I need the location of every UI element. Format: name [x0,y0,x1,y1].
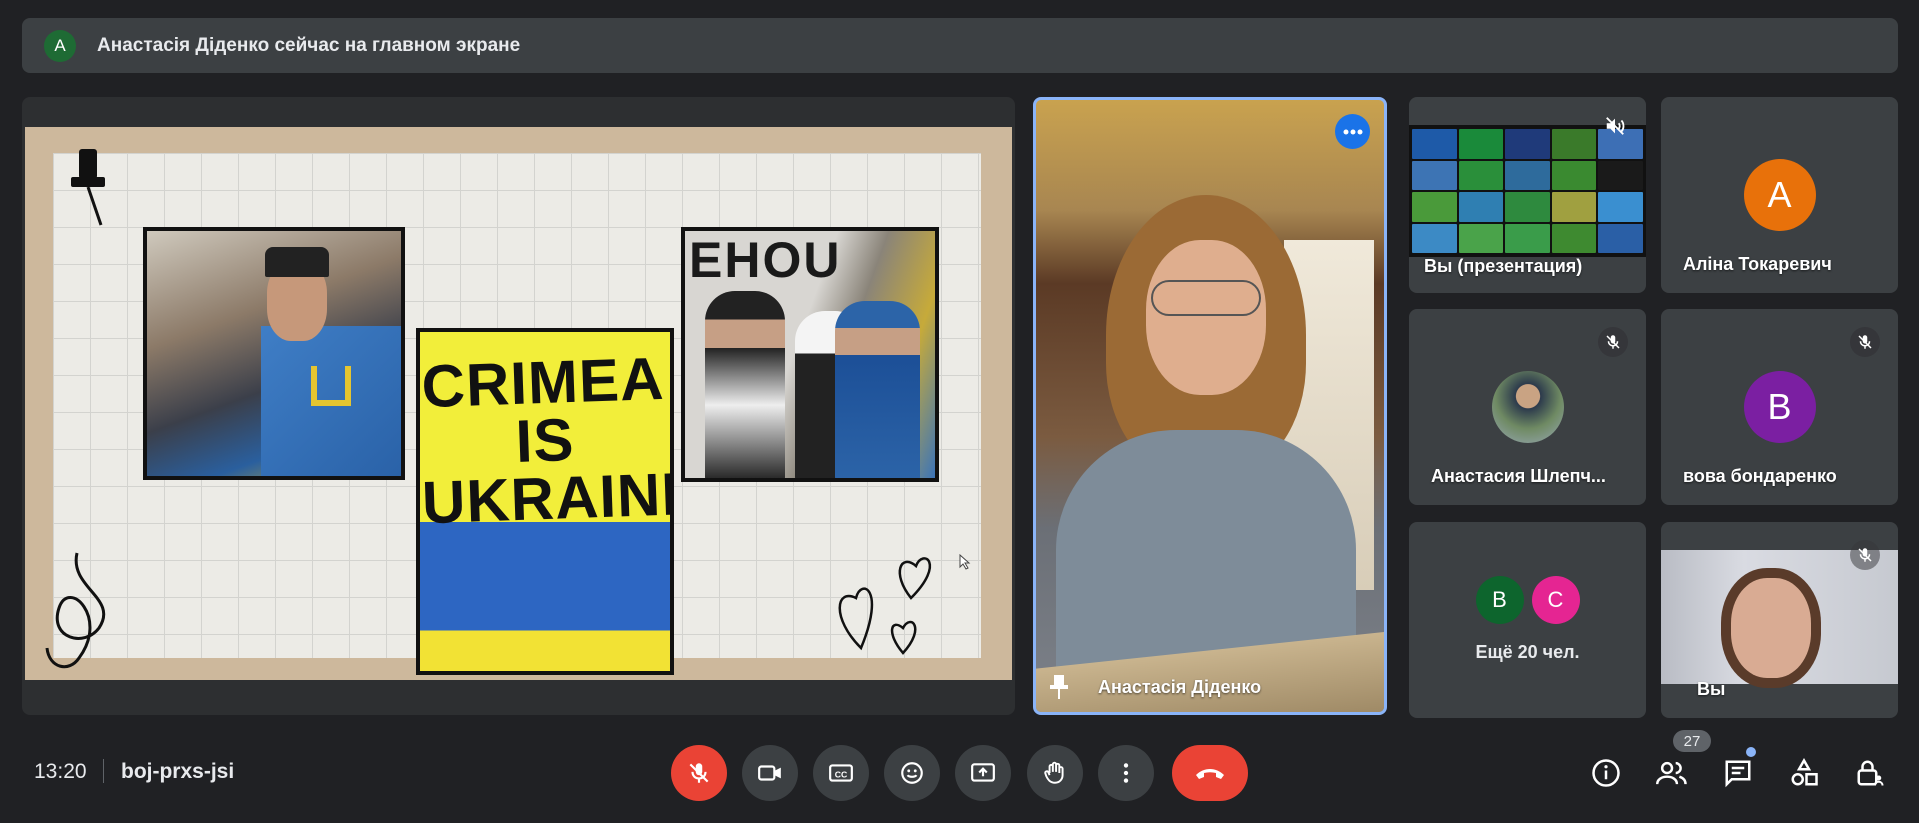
participants-button[interactable] [1654,755,1690,791]
reactions-button[interactable] [884,745,940,801]
chat-button[interactable] [1720,755,1756,791]
leave-call-button[interactable] [1172,745,1248,801]
tile-more-participants[interactable]: В С Ещё 20 чел. [1409,522,1646,718]
more-avatars: В С [1472,576,1584,624]
pushpin-icon [71,149,105,226]
speaker-tile[interactable]: Анастасія Діденко [1033,97,1387,715]
camera-toggle-button[interactable] [742,745,798,801]
hang-up-icon [1196,769,1224,779]
hand-icon [1044,761,1064,784]
avatar: В [1743,371,1816,443]
mic-off-indicator [1598,327,1628,357]
tile-name: Вы (презентация) [1424,256,1583,276]
tile-name: вова бондаренко [1683,466,1837,486]
meeting-info-button[interactable] [1588,755,1624,791]
swirl-doodle-icon [45,552,106,669]
photo-protest [143,227,405,480]
sign-text: CRIMEA IS UKRAINE [420,344,674,537]
photo-children: EHOU [681,227,939,482]
present-screen-button[interactable] [955,745,1011,801]
tile-anastasia-sh[interactable]: Анастасия Шлепч... [1409,309,1646,505]
presenting-banner-text: Анастасія Діденко сейчас на главном экра… [97,34,521,56]
more-horizontal-icon [1343,129,1362,134]
meet-window: А Анастасія Діденко сейчас на главном эк… [0,0,1919,823]
tile-alina[interactable]: А Аліна Токаревич [1661,97,1898,293]
lock-person-icon [1857,760,1884,786]
captions-icon: CC [829,764,853,782]
people-icon [1656,761,1687,785]
mic-off-indicator [1850,327,1880,357]
mic-off-icon [1858,548,1872,562]
avatar: С [1531,576,1580,624]
presenting-banner: А Анастасія Діденко сейчас на главном эк… [22,18,1898,73]
mouse-cursor-icon [959,554,971,570]
more-participants-label: Ещё 20 чел. [1475,642,1580,662]
mic-off-icon [689,763,709,783]
hearts-doodle-icon [838,557,932,655]
meeting-code: boj-prxs-jsi [121,760,235,783]
participants-count-badge: 27 [1673,730,1711,752]
slide-background: CRIMEA IS UKRAINE EHOU [25,127,1012,680]
avatar-photo [1491,371,1564,443]
shapes-icon [1791,758,1818,786]
host-controls-button[interactable] [1852,755,1888,791]
presenter-avatar: А [44,29,76,62]
more-options-button[interactable] [1335,114,1370,149]
mic-toggle-button[interactable] [671,745,727,801]
wall-text: EHOU [689,232,842,288]
control-bar: 13:20 boj-prxs-jsi CC 27 [0,730,1919,810]
pin-icon [1050,675,1068,699]
info-icon [1592,759,1620,787]
self-video [1661,550,1898,684]
divider [103,759,104,783]
captions-button[interactable]: CC [813,745,869,801]
avatar: В [1475,576,1524,624]
chat-icon [1725,760,1751,788]
raise-hand-button[interactable] [1027,745,1083,801]
mic-off-indicator [1850,540,1880,570]
tile-name: Аліна Токаревич [1683,254,1832,274]
speaker-name: Анастасія Діденко [1098,677,1262,697]
more-options-button[interactable] [1098,745,1154,801]
volume-off-icon [1606,117,1625,135]
tile-vova[interactable]: В вова бондаренко [1661,309,1898,505]
mic-off-icon [1606,335,1620,349]
emoji-icon [901,762,923,784]
present-icon [971,763,995,782]
tile-your-presentation[interactable]: Вы (презентация) [1409,97,1646,293]
tile-name: Анастасия Шлепч... [1431,466,1606,486]
presentation-thumbnail [1409,125,1646,257]
camera-icon [758,765,781,781]
photo-crimea-sign: CRIMEA IS UKRAINE [416,328,674,675]
slide-paper: CRIMEA IS UKRAINE EHOU [45,149,981,675]
avatar: А [1743,159,1816,231]
more-vertical-icon [1123,763,1129,783]
svg-text:CC: CC [835,769,848,779]
presentation-tile[interactable]: CRIMEA IS UKRAINE EHOU [22,97,1015,715]
tile-name: Вы [1697,679,1726,699]
activities-button[interactable] [1786,755,1822,791]
clock: 13:20 [34,760,87,783]
tile-self[interactable]: Вы [1661,522,1898,718]
mic-off-icon [1858,335,1872,349]
